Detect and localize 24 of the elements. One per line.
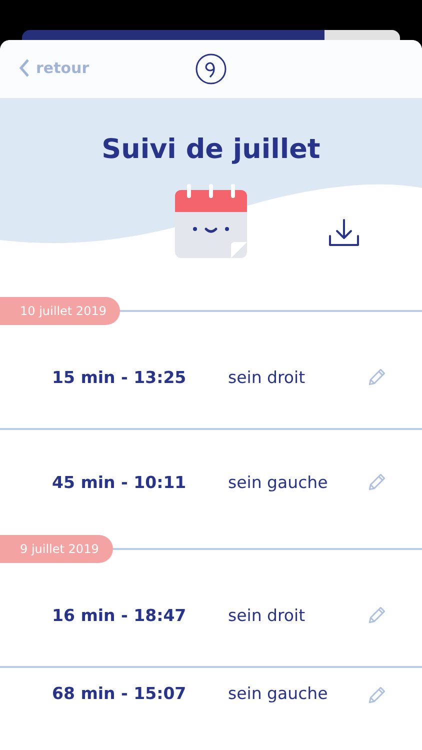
logo-icon <box>195 53 227 85</box>
duration-time: 16 min - 18:47 <box>51 606 188 624</box>
pencil-icon <box>366 604 388 626</box>
duration-time: 68 min - 15:07 <box>51 684 188 703</box>
page-title: Suivi de juillet <box>102 134 320 165</box>
pencil-icon <box>366 684 388 706</box>
breast-side: sein gauche <box>228 684 329 703</box>
edit-button[interactable] <box>366 684 388 706</box>
back-button[interactable]: retour <box>18 58 90 78</box>
download-icon <box>328 218 360 248</box>
duration-time: 15 min - 13:25 <box>51 368 188 386</box>
edit-button[interactable] <box>366 604 388 626</box>
duration-time: 45 min - 10:11 <box>51 472 188 492</box>
breast-side: sein gauche <box>228 472 329 492</box>
pencil-icon <box>366 471 388 493</box>
date-badge: 9 juillet 2019 <box>0 535 113 563</box>
date-badge: 10 juillet 2019 <box>0 297 120 325</box>
edit-button[interactable] <box>366 366 388 388</box>
edit-button[interactable] <box>366 471 388 493</box>
pencil-icon <box>366 366 388 388</box>
chevron-left-icon <box>18 58 30 78</box>
download-button[interactable] <box>328 218 360 248</box>
breast-side: sein droit <box>228 606 306 624</box>
breast-side: sein droit <box>228 368 306 386</box>
